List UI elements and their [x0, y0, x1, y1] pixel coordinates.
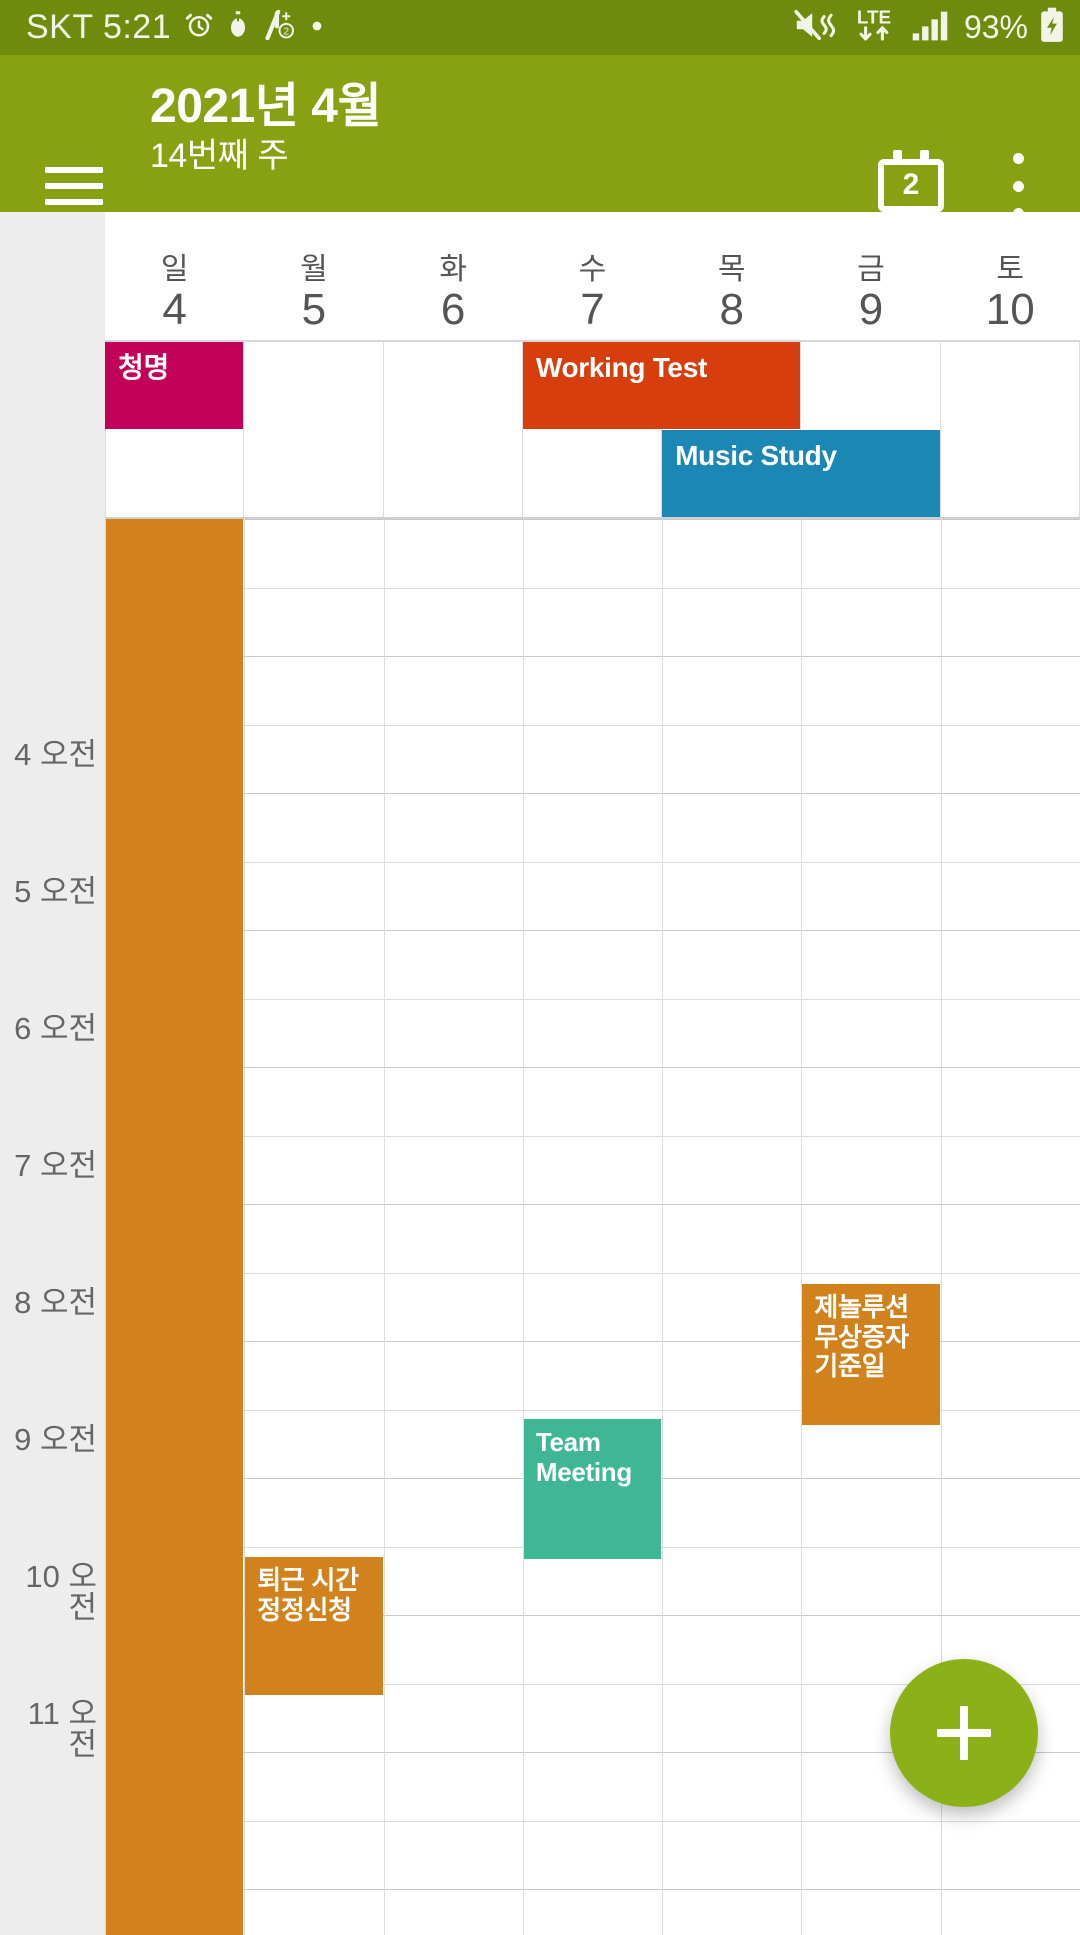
grid-hour-line	[105, 1067, 1080, 1068]
grid-hour-line	[105, 588, 1080, 589]
day-number-label: 6	[440, 285, 466, 335]
day-header-4[interactable]: 일4	[105, 212, 244, 340]
grid-hour-line	[105, 999, 1080, 1000]
week-subtitle: 14번째 주	[150, 136, 289, 175]
timed-event[interactable]: 제놀루션 무상증자 기준일	[802, 1284, 940, 1425]
overflow-menu-icon[interactable]	[994, 153, 1042, 219]
status-bar-left: SKT 5:21 2	[26, 8, 794, 47]
grid-hour-line	[105, 1889, 1080, 1890]
grid-hour-line	[105, 930, 1080, 931]
grid-hour-line	[105, 656, 1080, 657]
hour-label: 4 오전	[14, 737, 97, 772]
vibrate-mute-icon	[794, 8, 836, 47]
grid-hour-line	[105, 1273, 1080, 1274]
day-of-week-label: 토	[996, 252, 1025, 286]
grid-hour-line	[105, 725, 1080, 726]
hour-label: 10 오전	[25, 1559, 97, 1625]
battery-percent-label: 93%	[963, 9, 1028, 45]
day-header-row: 일 4 월 5 화 6 수 7 목 8 금 9 토 10	[105, 212, 1080, 340]
page-title: 2021년 4월	[150, 80, 382, 133]
all-day-event[interactable]: Music Study	[662, 430, 940, 517]
grid-column-line	[244, 519, 245, 1935]
day-header-5[interactable]: 월5	[244, 212, 383, 340]
all-day-band: 청명 Working Test Music Study	[105, 342, 1080, 518]
hour-label: 9 오전	[14, 1422, 97, 1457]
status-bar: SKT 5:21 2 LTE 93%	[0, 0, 1080, 55]
time-gutter-header	[0, 212, 105, 518]
day-number-label: 7	[580, 285, 605, 335]
calendar-view: 일 4 월 5 화 6 수 7 목 8 금 9 토 10 청명 Working Test Music Stud…	[0, 212, 1080, 1935]
grid-column-line	[523, 519, 524, 1935]
hour-label: 7 오전	[14, 1148, 97, 1183]
app-bar: 2021년 4월 14번째 주 2	[0, 55, 1080, 219]
lte-data-icon: LTE	[846, 5, 902, 50]
day-of-week-label: 화	[439, 252, 467, 286]
day-number-label: 5	[301, 285, 327, 335]
hour-label: 11 오전	[27, 1696, 97, 1762]
svg-text:2: 2	[284, 27, 290, 38]
status-bar-right: LTE 93%	[794, 5, 1066, 50]
day-of-week-label: 금	[857, 252, 885, 286]
all-day-event[interactable]: Working Test	[522, 342, 801, 429]
day-header-7[interactable]: 수7	[523, 212, 662, 340]
all-day-column-block[interactable]	[106, 519, 244, 1935]
day-number-label: 8	[719, 285, 744, 335]
carrier-and-clock: SKT 5:21	[26, 8, 172, 46]
grid-hour-line	[105, 1821, 1080, 1822]
grid-hour-line	[105, 1204, 1080, 1205]
battery-charging-icon	[1038, 7, 1066, 48]
day-number-label: 4	[162, 285, 187, 335]
hamburger-icon[interactable]	[45, 167, 103, 205]
day-number-label: 10	[985, 285, 1035, 335]
day-number-label: 9	[858, 285, 884, 335]
timed-event[interactable]: 퇴근 시간 정정신청	[245, 1557, 383, 1695]
day-header-8[interactable]: 목8	[662, 212, 801, 340]
grid-column-line	[662, 519, 663, 1935]
calendar-glyph: 2	[878, 150, 944, 212]
dot-icon	[311, 19, 323, 37]
grid-hour-line	[105, 862, 1080, 863]
calendar-app-screen: SKT 5:21 2 LTE 93% 2021년 4월 14번째 주 2 일 4…	[0, 0, 1080, 1935]
grid-column-line	[801, 519, 802, 1935]
svg-text:LTE: LTE	[857, 8, 891, 29]
grid-column-line	[384, 519, 385, 1935]
day-header-10[interactable]: 토 10	[941, 212, 1080, 340]
plus-icon-vertical	[960, 1706, 968, 1760]
grid-hour-line	[105, 1136, 1080, 1137]
mute-count-icon: 2	[262, 9, 298, 45]
signal-bars-icon	[912, 8, 954, 47]
hour-label: 5 오전	[14, 874, 97, 909]
all-day-event[interactable]: 청명	[105, 342, 244, 429]
app-bar-titles: 2021년 4월 14번째 주	[150, 81, 670, 176]
alarm-icon	[184, 10, 214, 45]
day-header-6[interactable]: 화6	[384, 212, 523, 340]
day-of-week-label: 수	[578, 252, 607, 286]
day-of-week-label: 월	[300, 252, 328, 286]
hour-label: 8 오전	[14, 1285, 97, 1320]
day-header-9[interactable]: 금9	[801, 212, 940, 340]
hour-label: 6 오전	[14, 1011, 97, 1046]
grid-hour-line	[105, 519, 1080, 520]
timer-icon	[227, 10, 249, 45]
add-event-button[interactable]	[890, 1659, 1038, 1807]
day-of-week-label: 목	[717, 252, 746, 286]
grid-hour-line	[105, 793, 1080, 794]
day-of-week-label: 일	[160, 252, 189, 286]
today-date-number: 2	[902, 168, 920, 201]
timed-event[interactable]: Team Meeting	[523, 1419, 662, 1559]
